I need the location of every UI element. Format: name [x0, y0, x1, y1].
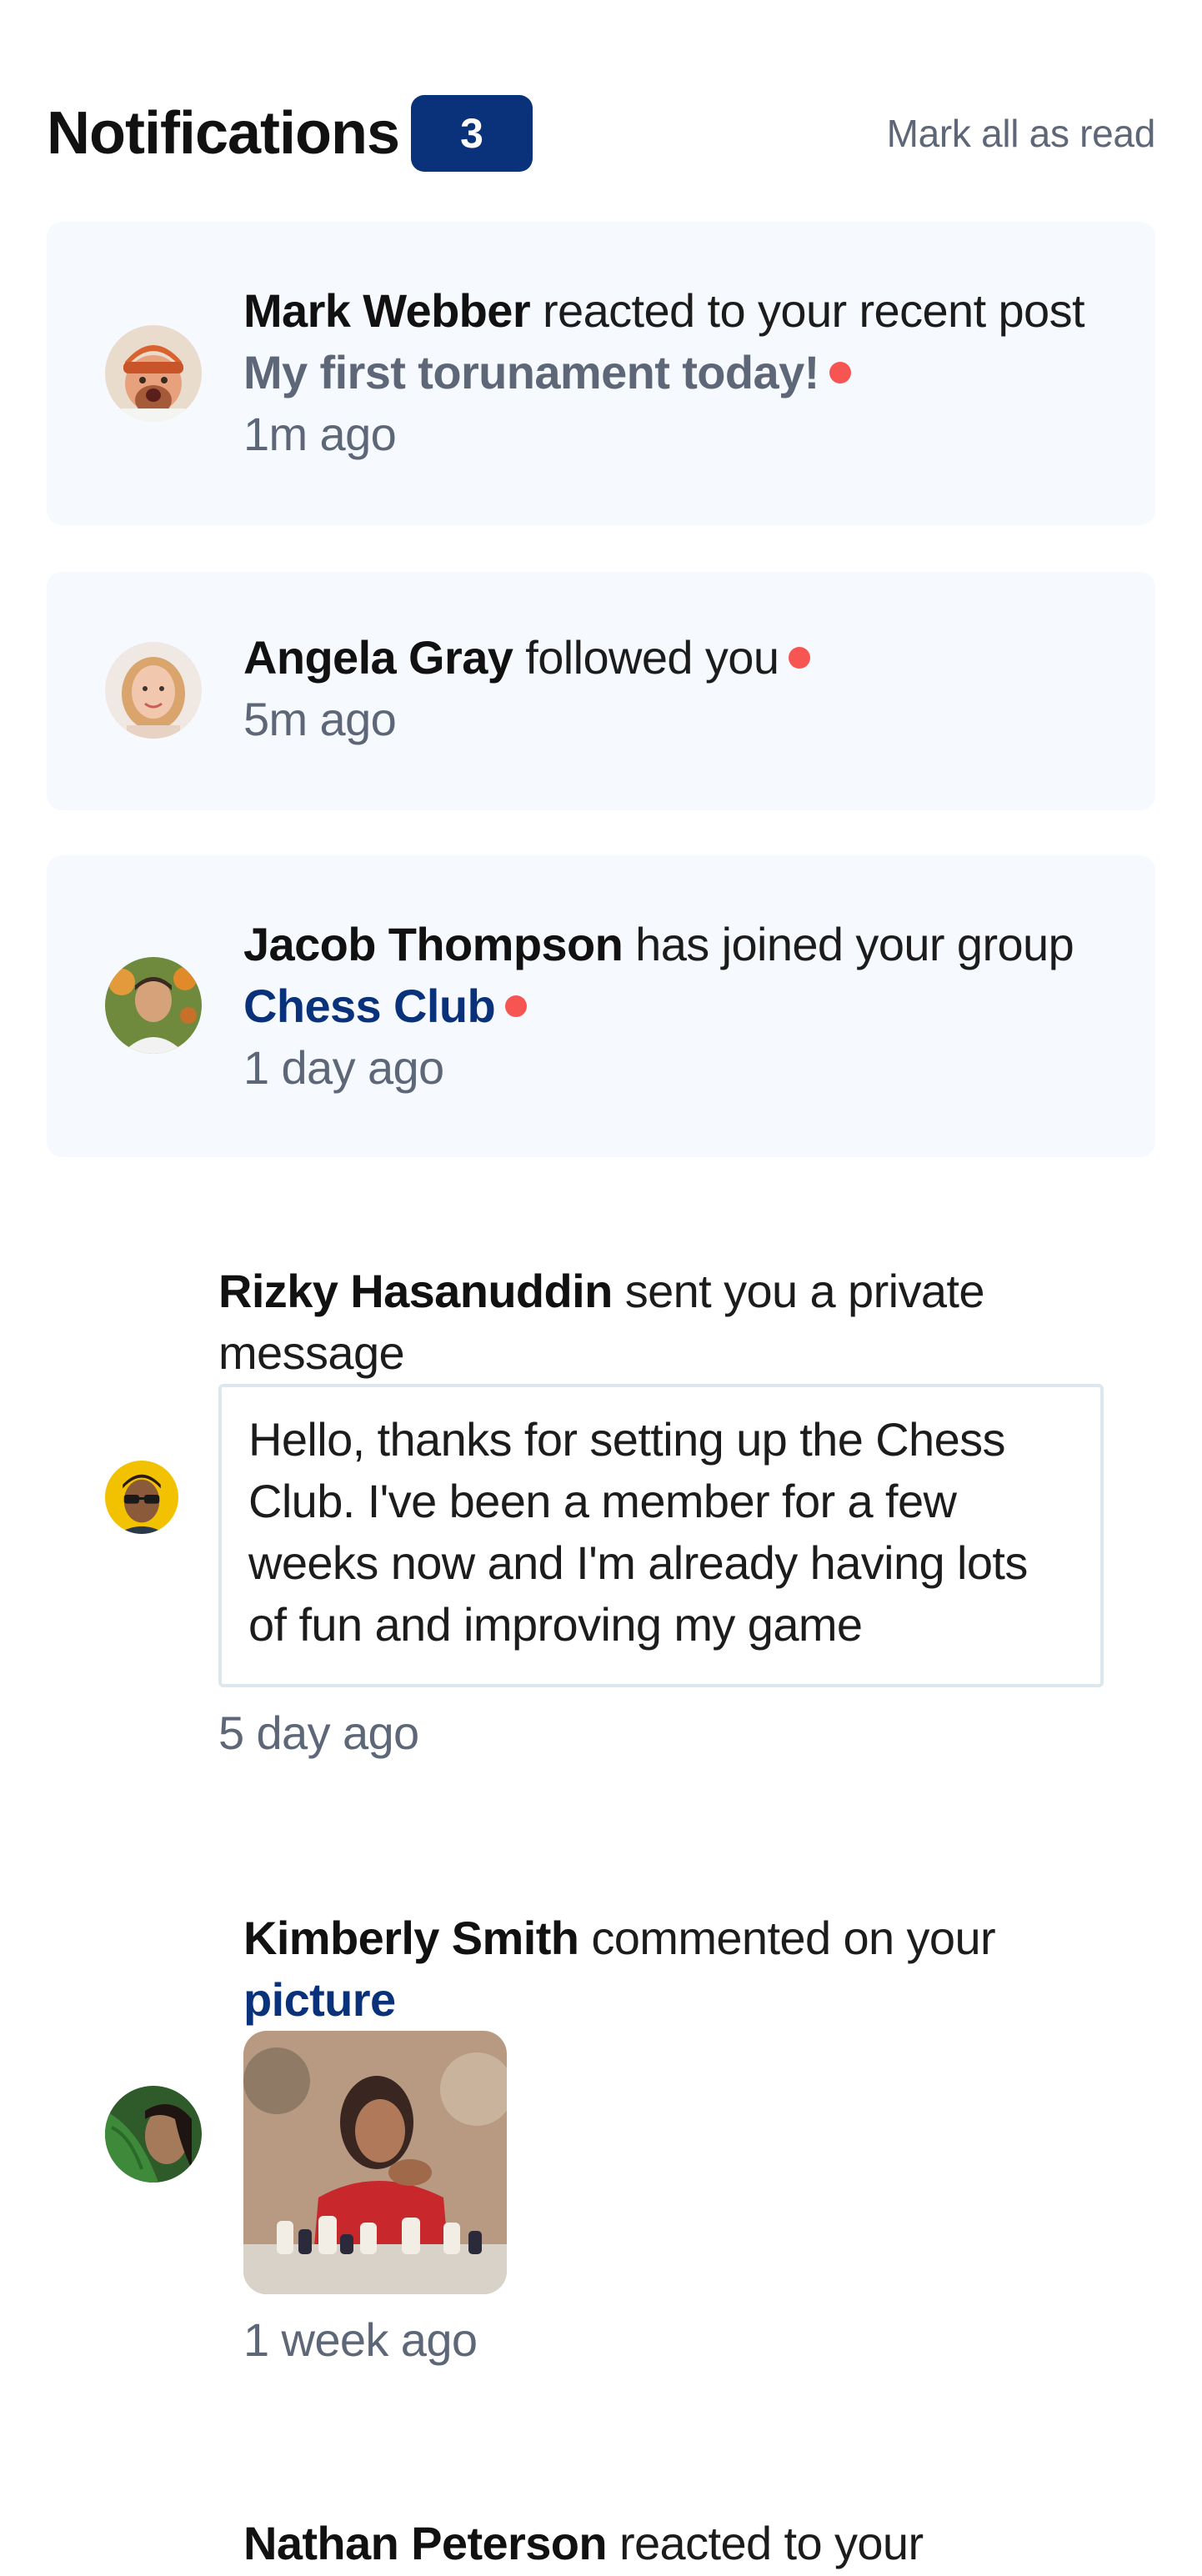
user-name[interactable]: Kimberly Smith — [243, 1912, 579, 1964]
page-title: Notifications — [47, 100, 400, 167]
avatar-image — [105, 325, 202, 422]
private-message[interactable]: Hello, thanks for setting up the Chess C… — [218, 1384, 1104, 1687]
mark-all-as-read-button[interactable]: Mark all as read — [887, 111, 1156, 156]
notifications-page: Notifications 3 Mark all as read Mark We… — [0, 0, 1202, 2576]
title-wrap: Notifications 3 — [47, 95, 533, 172]
notification-item[interactable]: Nathan Peterson reacted to your — [47, 2493, 1155, 2576]
notification-action: followed you — [525, 631, 779, 684]
commented-picture-thumbnail[interactable] — [243, 2031, 507, 2294]
notification-item[interactable]: Rizky Hasanuddin sent you a private mess… — [47, 1225, 1155, 1767]
notification-action: commented on your — [591, 1912, 996, 1964]
notification-time: 1m ago — [243, 408, 397, 460]
chess-photo — [243, 2031, 507, 2294]
notification-item[interactable]: Mark Webber reacted to your recent post … — [47, 222, 1155, 525]
notification-text: Angela Gray followed you 5m ago — [243, 627, 1102, 750]
header: Notifications 3 Mark all as read — [47, 92, 1155, 175]
user-name[interactable]: Mark Webber — [243, 284, 531, 337]
avatar-rizky-hasanuddin[interactable] — [105, 1461, 178, 1534]
avatar-jacob-thompson[interactable] — [105, 957, 202, 1054]
user-name[interactable]: Rizky Hasanuddin — [218, 1265, 613, 1317]
notification-time: 1 week ago — [243, 2313, 478, 2366]
avatar-kimberly-smith[interactable] — [105, 2086, 202, 2183]
unread-dot — [829, 362, 851, 384]
notification-action: reacted to your — [619, 2517, 924, 2569]
notification-text: Mark Webber reacted to your recent post … — [243, 280, 1102, 465]
notification-item[interactable]: Jacob Thompson has joined your group Che… — [47, 855, 1155, 1157]
avatar-image — [105, 642, 202, 739]
unread-dot — [789, 647, 811, 669]
notification-text: Nathan Peterson reacted to your — [243, 2513, 1102, 2574]
avatar-image — [105, 957, 202, 1054]
group-link[interactable]: Chess Club — [243, 980, 496, 1032]
unread-dot — [505, 995, 528, 1018]
notification-time: 1 day ago — [243, 1041, 444, 1094]
notification-time: 5 day ago — [218, 1706, 419, 1759]
avatar-mark-webber[interactable] — [105, 325, 202, 422]
post-link[interactable]: My first torunament today! — [243, 346, 819, 398]
user-name[interactable]: Nathan Peterson — [243, 2517, 608, 2569]
notification-time: 5m ago — [243, 693, 397, 745]
avatar-angela-gray[interactable] — [105, 642, 202, 739]
user-name[interactable]: Angela Gray — [243, 631, 513, 684]
notification-text: Kimberly Smith commented on your picture — [243, 1907, 1102, 2031]
picture-link[interactable]: picture — [243, 1973, 396, 2026]
notification-text: Rizky Hasanuddin sent you a private mess… — [218, 1260, 1110, 1384]
avatar-image — [105, 1461, 178, 1534]
notification-action: has joined your group — [635, 918, 1074, 970]
notification-item[interactable]: Kimberly Smith commented on your picture — [47, 1867, 1155, 2384]
notification-action: reacted to your recent post — [543, 284, 1085, 337]
user-name[interactable]: Jacob Thompson — [243, 918, 624, 970]
notification-item[interactable]: Angela Gray followed you 5m ago — [47, 572, 1155, 810]
unread-count-badge: 3 — [411, 95, 533, 172]
avatar-image — [105, 2086, 202, 2183]
notification-text: Jacob Thompson has joined your group Che… — [243, 914, 1102, 1099]
